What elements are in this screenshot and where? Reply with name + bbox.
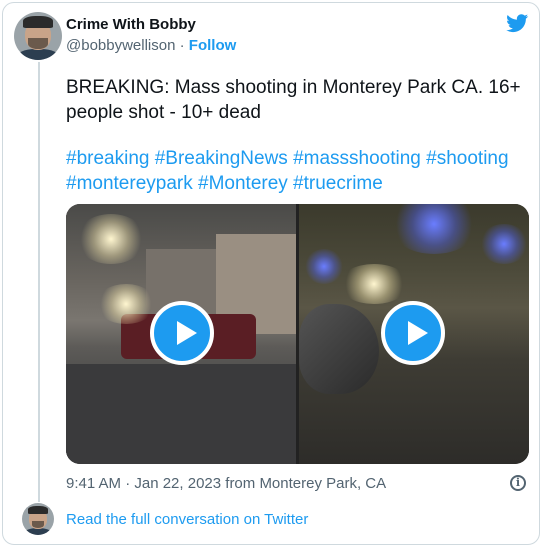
media-grid [66,204,529,464]
twitter-bird-icon[interactable] [505,12,530,34]
play-icon[interactable] [381,301,445,365]
author-avatar[interactable] [14,12,62,60]
info-icon[interactable]: i [510,475,526,491]
car-mirror [299,304,379,394]
tweet-timestamp[interactable]: 9:41 AM · Jan 22, 2023 from Monterey Par… [66,475,386,492]
tweet-text: BREAKING: Mass shooting in Monterey Park… [66,77,521,123]
tweet-hashtags[interactable]: #breaking #BreakingNews #massshooting #s… [66,146,526,196]
video-thumbnail-2[interactable] [299,204,529,464]
author-handle-row: @bobbywellison · Follow [66,37,236,54]
reply-avatar [22,503,54,535]
play-icon[interactable] [150,301,214,365]
author-name[interactable]: Crime With Bobby [66,16,196,33]
read-conversation-link[interactable]: Read the full conversation on Twitter [66,511,308,528]
video-thumbnail-1[interactable] [66,204,296,464]
thread-line [38,62,40,502]
follow-button[interactable]: Follow [189,37,237,54]
author-handle[interactable]: @bobbywellison [66,37,175,54]
separator-dot: · [175,37,189,54]
